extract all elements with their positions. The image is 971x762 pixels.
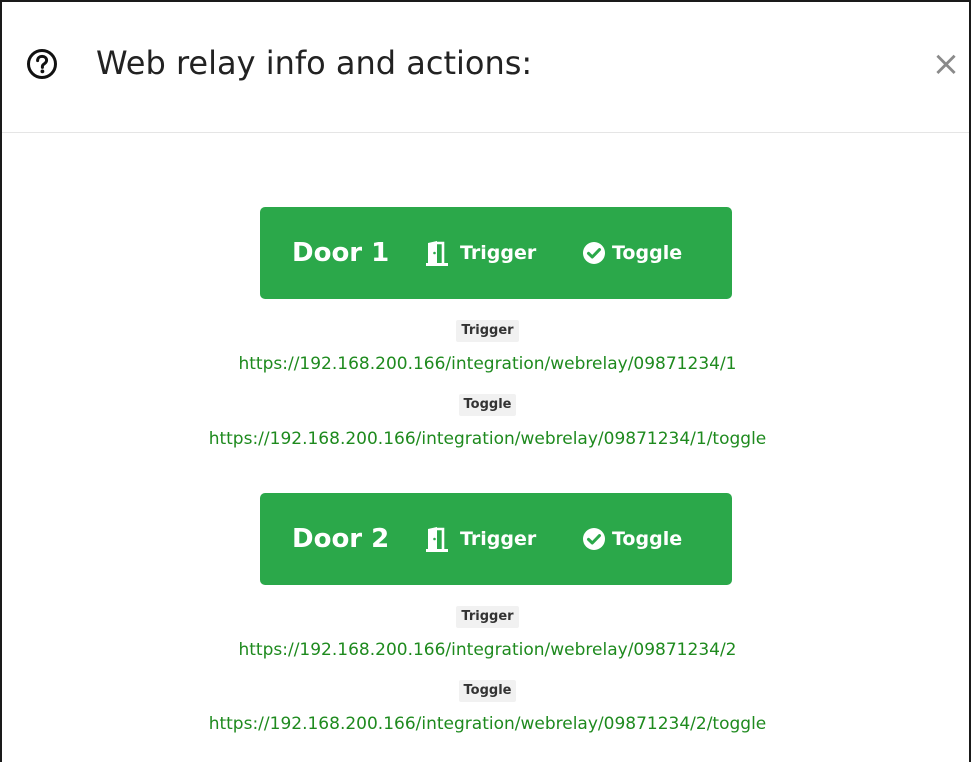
trigger-tag: Trigger: [2, 605, 971, 628]
modal-title: Web relay info and actions:: [96, 44, 533, 82]
trigger-action[interactable]: Trigger: [424, 207, 536, 299]
toggle-tag-label: Toggle: [458, 394, 517, 416]
toggle-label: Toggle: [612, 528, 683, 550]
toggle-action[interactable]: Toggle: [582, 207, 682, 299]
toggle-action[interactable]: Toggle: [582, 493, 682, 585]
trigger-tag-label: Trigger: [456, 320, 519, 342]
toggle-tag-label: Toggle: [458, 680, 517, 702]
check-circle-icon: [583, 242, 605, 264]
toggle-tag: Toggle: [2, 679, 971, 702]
trigger-action[interactable]: Trigger: [424, 493, 536, 585]
question-circle-icon: [27, 49, 57, 79]
relay-modal: Web relay info and actions: × Door 1 Tri…: [0, 0, 971, 762]
trigger-tag-label: Trigger: [456, 606, 519, 628]
door-label: Door 1: [292, 238, 390, 268]
toggle-tag: Toggle: [2, 393, 971, 416]
trigger-url-link[interactable]: https://192.168.200.166/integration/webr…: [2, 352, 971, 376]
toggle-url-link[interactable]: https://192.168.200.166/integration/webr…: [2, 427, 971, 451]
toggle-label: Toggle: [612, 242, 683, 264]
door-2-button[interactable]: Door 2 Trigger Toggle: [260, 493, 732, 585]
door-1-button[interactable]: Door 1 Trigger Toggle: [260, 207, 732, 299]
trigger-label: Trigger: [460, 528, 537, 550]
modal-header: Web relay info and actions: ×: [2, 2, 969, 133]
trigger-label: Trigger: [460, 242, 537, 264]
trigger-tag: Trigger: [2, 319, 971, 342]
trigger-url-link[interactable]: https://192.168.200.166/integration/webr…: [2, 638, 971, 662]
door-open-icon: [426, 527, 448, 552]
door-label: Door 2: [292, 524, 390, 554]
door-open-icon: [426, 241, 448, 266]
check-circle-icon: [583, 528, 605, 550]
close-button[interactable]: ×: [924, 46, 968, 82]
toggle-url-link[interactable]: https://192.168.200.166/integration/webr…: [2, 712, 971, 736]
